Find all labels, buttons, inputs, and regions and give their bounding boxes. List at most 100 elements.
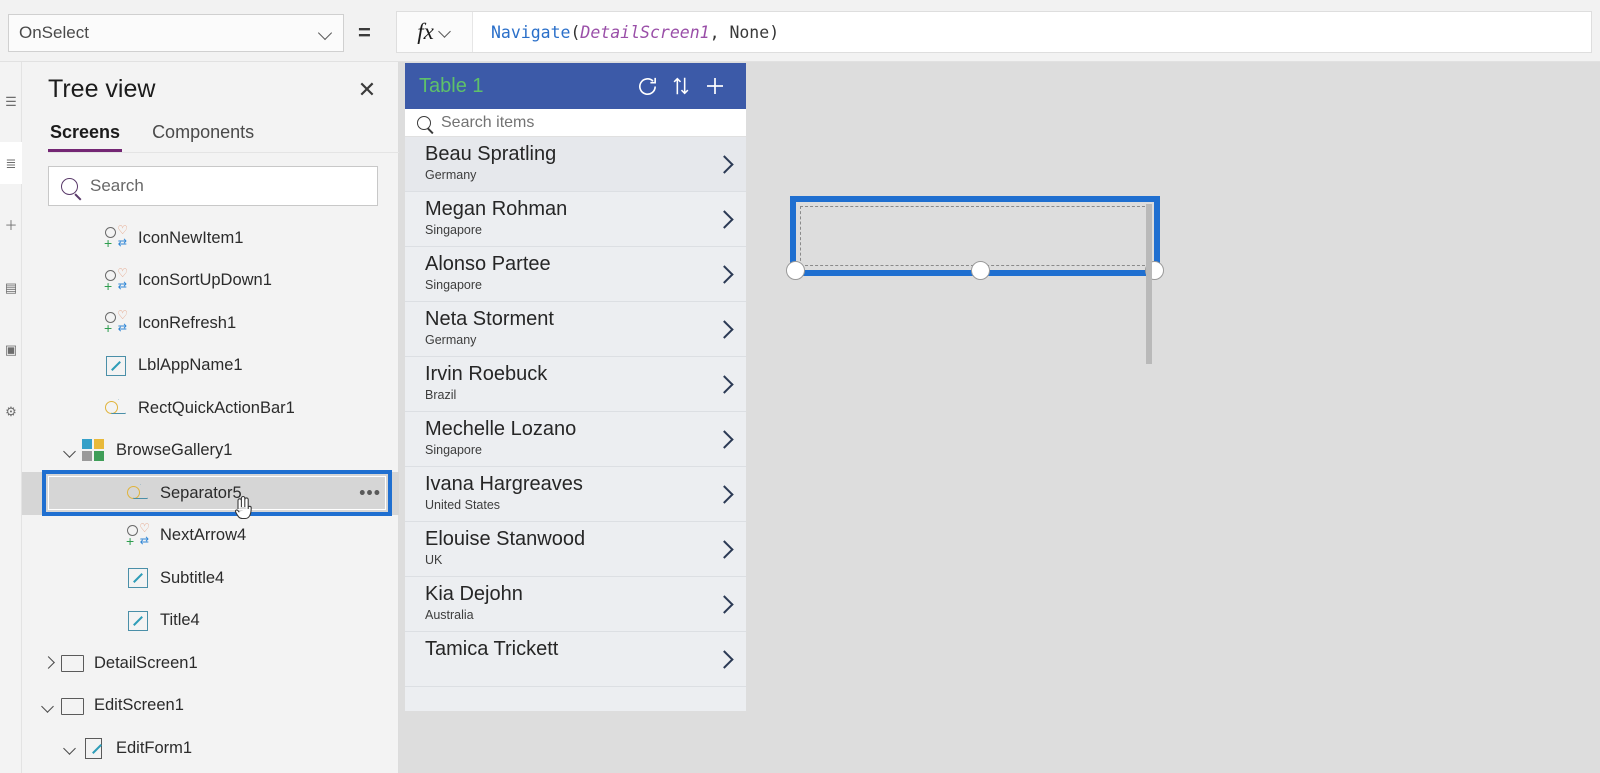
app-title-label: Table 1 [419,74,484,97]
formula-token-punctuation: ) [769,22,780,42]
tree-view-panel: Tree view ✕ Screens Components Search +⇄ I… [22,62,415,773]
formula-token-function: Navigate [491,22,571,42]
gallery-scrollbar[interactable] [1146,204,1152,364]
refresh-icon[interactable] [630,71,664,101]
gallery-row[interactable]: Tamica Trickett [405,632,746,687]
formula-input-container[interactable]: fx Navigate(DetailScreen1, None) [396,11,1592,53]
browse-gallery: Beau Spratling Germany Megan Rohman Singapo… [405,137,746,687]
advanced-icon[interactable]: ⚙ [0,390,22,432]
app-search-input[interactable]: Search items [441,114,534,132]
twisty-placeholder [84,272,102,290]
tree-item-lblappname1[interactable]: LblAppName1 [22,345,399,388]
gallery-row[interactable]: Megan Rohman Singapore [405,192,746,247]
gallery-row[interactable]: Neta Storment Germany [405,302,746,357]
gallery-row[interactable]: Beau Spratling Germany [405,137,746,192]
chevron-down-icon [439,26,452,39]
more-options-icon[interactable]: ••• [359,483,381,501]
property-select[interactable]: OnSelect [8,14,344,52]
tree-item-label: IconSortUpDown1 [138,271,272,290]
gallery-row[interactable]: Kia Dejohn Australia [405,577,746,632]
tree-item-label: Separator5 [160,483,242,502]
twisty-placeholder [84,357,102,375]
tree-item-iconrefresh1[interactable]: +⇄ IconRefresh1 [22,302,399,345]
tree-item-iconnewitem1[interactable]: +⇄ IconNewItem1 [22,217,399,260]
menu-icon[interactable]: ☰ [0,80,22,122]
search-icon [61,177,78,195]
fx-button[interactable]: fx [397,12,473,52]
chevron-right-icon[interactable] [716,321,732,337]
tree-item-nextarrow4[interactable]: +⇄ NextArrow4 [22,515,399,558]
add-icon[interactable] [698,71,732,101]
search-input[interactable]: Search [90,176,144,196]
tree-view-icon[interactable]: ≣ [0,142,22,184]
twisty-placeholder [106,484,124,502]
tree-item-editscreen1[interactable]: EditScreen1 [22,685,399,728]
tab-components[interactable]: Components [150,118,256,152]
panel-title: Tree view [48,74,156,103]
formula-text[interactable]: Navigate(DetailScreen1, None) [473,23,779,42]
gallery-row[interactable]: Ivana Hargreaves United States [405,467,746,522]
tree-item-detailscreen1[interactable]: DetailScreen1 [22,642,399,685]
app-preview: Table 1 Search items Beau Spratling Germ… [405,63,746,711]
gallery-row-subtitle: Germany [425,333,477,347]
shape-icon [104,396,128,420]
formula-token-keyword: None [729,22,770,42]
chevron-right-icon[interactable] [716,596,732,612]
tab-screens[interactable]: Screens [48,118,123,152]
tree-item-label: Subtitle4 [160,568,225,587]
chevron-right-icon[interactable] [716,651,732,667]
tree-item-browsegallery1[interactable]: BrowseGallery1 [22,430,399,473]
chevron-down-icon[interactable] [62,442,80,460]
gallery-row-subtitle: United States [425,498,501,512]
search-icon [417,115,431,130]
gallery-row[interactable]: Elouise Stanwood UK [405,522,746,577]
tree-item-label: DetailScreen1 [94,653,198,672]
tree-item-rectquickactionbar1[interactable]: RectQuickActionBar1 [22,387,399,430]
media-icon[interactable]: ▣ [0,328,22,370]
app-header-bar: Table 1 [405,63,746,109]
chevron-down-icon[interactable] [62,739,80,757]
gallery-row[interactable]: Irvin Roebuck Brazil [405,357,746,412]
left-icon-rail: ☰ ≣ ＋ ▤ ▣ ⚙ [0,62,22,773]
tree-search-box[interactable]: Search [48,166,378,206]
tree-item-label: BrowseGallery1 [116,441,233,460]
gallery-row-subtitle: Brazil [425,388,457,402]
tree-item-title4[interactable]: Title4 [22,600,399,643]
formula-token-punctuation: , [709,22,730,42]
insert-icon-glyph: ＋ [4,217,18,233]
gallery-row[interactable]: Alonso Partee Singapore [405,247,746,302]
tree-item-separator5[interactable]: Separator5 ••• [22,472,399,515]
chevron-right-icon[interactable] [40,654,58,672]
sort-icon[interactable] [664,71,698,101]
app-search-box[interactable]: Search items [405,109,746,137]
gallery-row[interactable]: Mechelle Lozano Singapore [405,412,746,467]
twisty-placeholder [84,399,102,417]
chevron-right-icon[interactable] [716,376,732,392]
chevron-right-icon[interactable] [716,211,732,227]
chevron-down-icon[interactable] [40,697,58,715]
data-icon[interactable]: ▤ [0,266,22,308]
chevron-right-icon[interactable] [716,156,732,172]
tree-item-subtitle4[interactable]: Subtitle4 [22,557,399,600]
tree-view-icon-glyph: ≣ [5,155,17,171]
menu-icon-glyph: ☰ [5,93,17,109]
data-icon-glyph: ▤ [4,279,18,295]
control-icon: + ⇄ [104,223,128,250]
tree-item-editform1[interactable]: EditForm1 [22,727,399,770]
chevron-right-icon[interactable] [716,486,732,502]
tree-item-label: EditScreen1 [94,696,184,715]
formula-bar: OnSelect = fx Navigate(DetailScreen1, No… [0,0,1600,62]
chevron-right-icon[interactable] [716,541,732,557]
gallery-row-title: Tamica Trickett [425,638,559,660]
advanced-icon-glyph: ⚙ [5,403,17,419]
tree-item-iconsortupdown1[interactable]: +⇄ IconSortUpDown1 [22,260,399,303]
gallery-row-title: Irvin Roebuck [425,363,548,385]
insert-icon[interactable]: ＋ [0,204,22,246]
chevron-right-icon[interactable] [716,431,732,447]
gallery-row-title: Neta Storment [425,308,554,330]
gallery-row-title: Mechelle Lozano [425,418,577,440]
tree-item-list: +⇄ IconNewItem1 +⇄ IconSortUpDown1 +⇄ IconRef… [22,217,399,773]
close-icon[interactable]: ✕ [355,78,379,102]
chevron-right-icon[interactable] [716,266,732,282]
gallery-row-subtitle: Singapore [425,223,482,237]
